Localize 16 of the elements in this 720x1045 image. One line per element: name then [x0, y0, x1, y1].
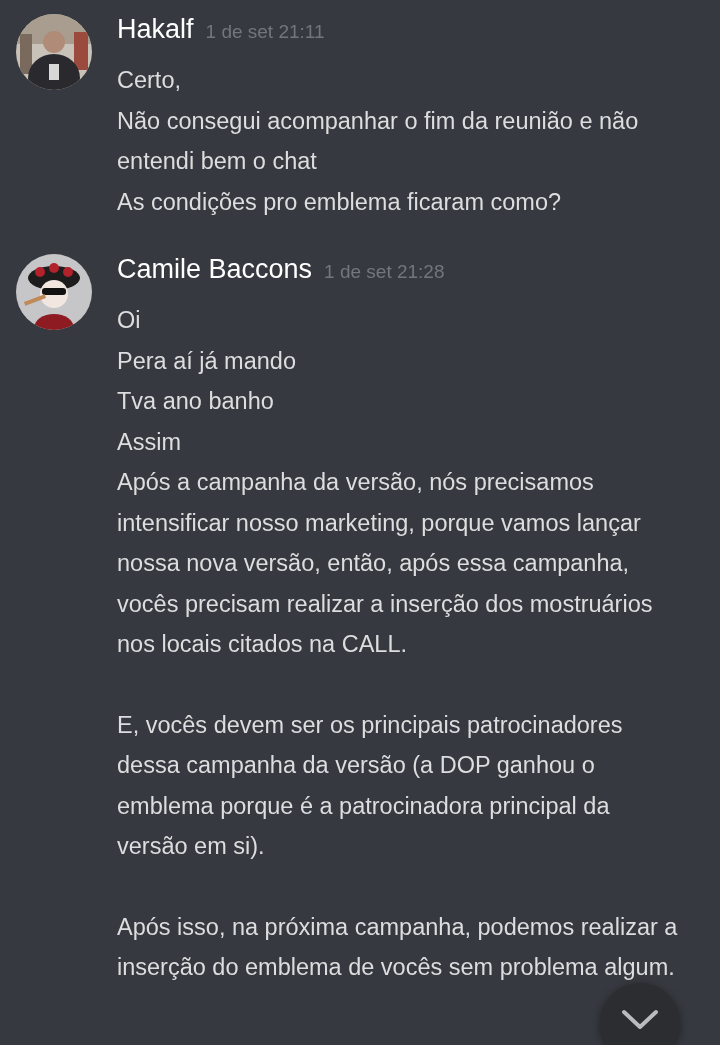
message-text: Assim	[117, 427, 182, 457]
username[interactable]: Hakalf	[117, 14, 194, 45]
timestamp: 1 de set 21:28	[324, 261, 445, 283]
scroll-down-button[interactable]	[600, 983, 680, 1045]
username[interactable]: Camile Baccons	[117, 254, 313, 285]
message-text: Não consegui acompanhar o fim da reunião e não entendi bem o chat	[117, 106, 640, 176]
message-text: Após a campanha da versão, nós precisamos intensificar nosso marketing, porque vamos lançar nossa nova versão, então, após essa campanha, vocês precisam realizar a inserção dos mostruários nos locais citados na CALL.	[117, 468, 654, 659]
message-text: Tva ano banho	[117, 387, 275, 416]
message-text: Certo,	[117, 66, 182, 95]
message-text: E, vocês devem ser os principais patrocinadores dessa campanha da versão (a DOP ganhou o emblema porque é a patrocinadora principal da versão em si).	[117, 710, 624, 861]
message-text: Oi	[117, 306, 142, 335]
chevron-down-icon	[621, 1009, 659, 1031]
message-text: Pera aí já mando	[117, 346, 297, 376]
timestamp: 1 de set 21:11	[205, 21, 325, 43]
message-text: As condições pro emblema ficaram como?	[117, 187, 563, 217]
message-text: Após isso, na próxima campanha, podemos realizar a inserção do emblema de vocês sem problema algum.	[117, 912, 679, 982]
